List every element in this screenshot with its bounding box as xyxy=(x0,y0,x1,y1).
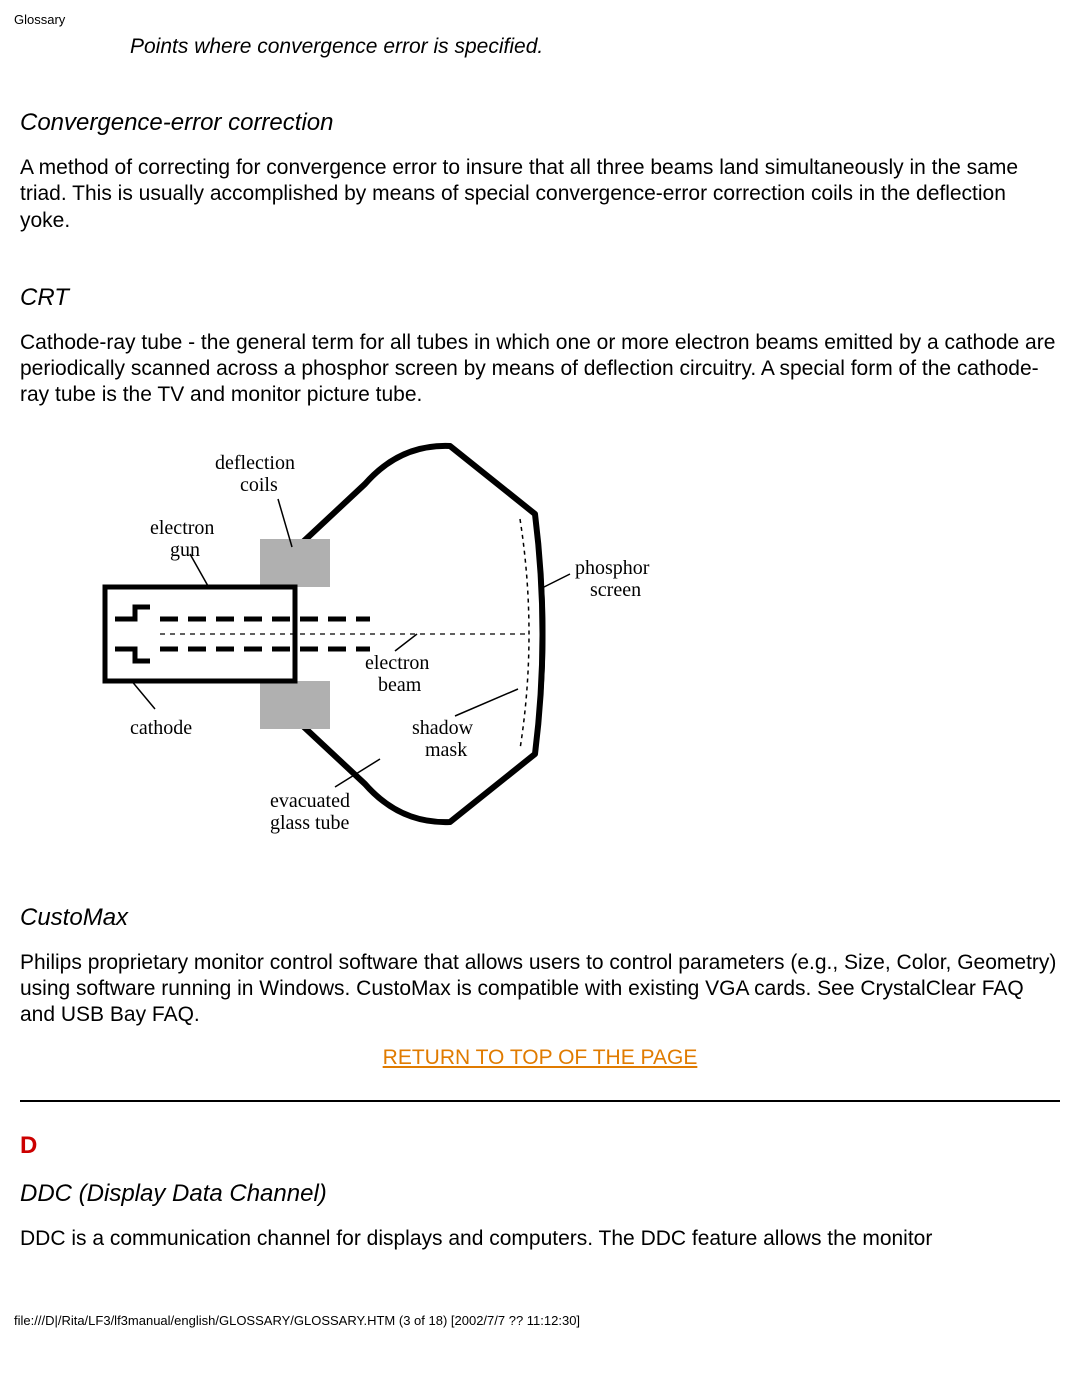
svg-text:screen: screen xyxy=(590,579,641,601)
label-phosphor-screen: phosphor xyxy=(575,557,650,579)
return-to-top-link[interactable]: RETURN TO TOP OF THE PAGE xyxy=(20,1046,1060,1070)
figure-caption: Points where convergence error is specif… xyxy=(130,35,1060,59)
svg-text:mask: mask xyxy=(425,739,467,761)
svg-text:glass tube: glass tube xyxy=(270,812,350,834)
term-crt: CRT xyxy=(20,284,1060,312)
label-shadow-mask: shadow xyxy=(412,717,474,739)
term-ddc: DDC (Display Data Channel) xyxy=(20,1180,1060,1208)
deflection-coil-bottom xyxy=(260,681,330,729)
section-divider xyxy=(20,1100,1060,1102)
label-electron-gun: electron xyxy=(150,517,214,539)
svg-text:beam: beam xyxy=(378,674,422,696)
definition-convergence-error-correction: A method of correcting for convergence e… xyxy=(20,155,1060,234)
footer-file-path: file:///D|/Rita/LF3/lf3manual/english/GL… xyxy=(0,1283,1080,1338)
label-electron-beam: electron xyxy=(365,652,429,674)
crt-diagram: deflection coils electron gun cathode el… xyxy=(60,419,1060,854)
svg-text:gun: gun xyxy=(170,539,200,561)
page-header-title: Glossary xyxy=(0,0,1080,27)
definition-customax: Philips proprietary monitor control soft… xyxy=(20,950,1060,1029)
term-customax: CustoMax xyxy=(20,904,1060,932)
definition-crt: Cathode-ray tube - the general term for … xyxy=(20,330,1060,409)
section-letter-d: D xyxy=(20,1132,1060,1160)
term-convergence-error-correction: Convergence-error correction xyxy=(20,109,1060,137)
label-deflection-coils: deflection xyxy=(215,452,295,474)
deflection-coil-top xyxy=(260,539,330,587)
label-cathode: cathode xyxy=(130,717,192,739)
leader-screen xyxy=(540,574,570,589)
definition-ddc: DDC is a communication channel for displ… xyxy=(20,1226,1060,1252)
label-evacuated-tube: evacuated xyxy=(270,790,350,812)
svg-text:coils: coils xyxy=(240,474,278,496)
